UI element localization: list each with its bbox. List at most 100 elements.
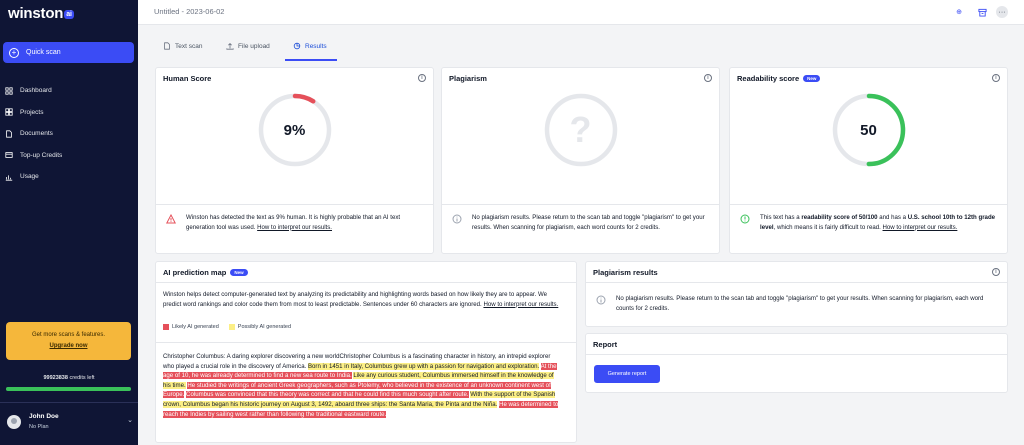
sidebar-item-documents[interactable]: Documents — [5, 123, 135, 145]
legend-swatch-likely — [163, 324, 169, 330]
note-text: This text has a — [760, 214, 802, 221]
card-title: AI prediction map New — [163, 268, 248, 277]
upgrade-now-link[interactable]: Upgrade now — [6, 341, 131, 352]
prediction-intro: Winston helps detect computer-generated … — [163, 290, 563, 309]
credits-value: 99923838 — [43, 375, 68, 381]
user-name: John Doe — [29, 413, 59, 420]
readability-value: 50 — [860, 121, 877, 139]
chart-icon — [5, 175, 13, 181]
user-info: John Doe No Plan — [29, 412, 59, 432]
avatar — [7, 415, 21, 429]
plagiarism-results-card: Plagiarism results i No plagiarism resul… — [585, 261, 1008, 327]
ai-prediction-map-card: AI prediction map New Winston helps detec… — [155, 261, 577, 443]
info-icon[interactable]: i — [418, 74, 426, 82]
interpret-results-link[interactable]: How to interpret our results. — [483, 301, 558, 308]
legend-likely: Likely AI generated — [163, 324, 219, 330]
document-title[interactable]: Untitled - 2023-06-02 — [154, 7, 224, 16]
upgrade-promo: Get more scans & features. Upgrade now — [6, 322, 131, 360]
interpret-results-link[interactable]: How to interpret our results. — [883, 224, 958, 231]
card-title-text: Readability score — [737, 74, 800, 83]
user-menu[interactable]: John Doe No Plan ⌄ — [7, 411, 133, 433]
sidebar-item-label: Projects — [20, 108, 44, 116]
credits-bar-fill — [6, 387, 131, 391]
card-title: Report — [593, 340, 618, 349]
document-icon — [164, 42, 170, 50]
tab-file-upload[interactable]: File upload — [226, 42, 270, 50]
card-title: Readability score New — [737, 74, 821, 83]
legend-possibly: Possibly AI generated — [228, 324, 291, 330]
sidebar: winston ai + Quick scan Dashboard Project… — [0, 0, 138, 445]
tab-results[interactable]: Results — [293, 42, 327, 50]
human-score-value: 9% — [283, 121, 306, 139]
legend-label: Likely AI generated — [172, 324, 219, 330]
projects-icon — [5, 108, 13, 116]
readability-score-text: readability score of 50/100 — [801, 214, 878, 221]
human-score-card: Human Score i 9% Winston has detected th… — [155, 67, 434, 254]
interpret-results-link[interactable]: How to interpret our results. — [257, 224, 332, 231]
add-icon[interactable]: ⊕ — [953, 6, 965, 18]
info-icon[interactable]: i — [992, 268, 1000, 276]
logo[interactable]: winston ai — [8, 5, 74, 22]
tab-label: Results — [305, 42, 327, 50]
info-circle-icon — [452, 214, 462, 224]
check-circle-icon — [740, 214, 750, 224]
warning-icon — [166, 214, 176, 224]
note-text: and has a — [877, 214, 908, 221]
card-title-text: AI prediction map — [163, 268, 227, 277]
sidebar-item-label: Documents — [20, 130, 53, 138]
plus-icon: + — [9, 47, 19, 58]
card-divider — [586, 354, 1007, 355]
note-text: , which means it is fairly difficult to … — [773, 223, 883, 231]
human-score-note: Winston has detected the text as 9% huma… — [186, 213, 423, 232]
archive-icon[interactable] — [976, 6, 988, 18]
quick-scan-label: Quick scan — [26, 49, 61, 56]
info-icon[interactable]: i — [704, 74, 712, 82]
card-title: Plagiarism results — [593, 268, 658, 277]
active-tab-indicator — [285, 59, 337, 61]
new-badge: New — [230, 269, 248, 276]
human-score-gauge: 9% — [255, 90, 335, 170]
result-tabs: Text scan File upload Results — [138, 25, 1024, 62]
sidebar-item-label: Usage — [20, 173, 39, 181]
more-icon[interactable]: ··· — [996, 6, 1008, 18]
upload-icon — [226, 43, 234, 50]
logo-badge: ai — [64, 10, 74, 19]
card-divider — [156, 204, 433, 205]
card-title: Plagiarism — [449, 74, 487, 83]
tab-label: Text scan — [175, 42, 203, 50]
sidebar-item-label: Dashboard — [20, 87, 52, 95]
card-divider — [730, 204, 1007, 205]
readability-gauge: 50 — [829, 90, 909, 170]
plagiarism-placeholder: ? — [569, 109, 592, 150]
tab-label: File upload — [238, 42, 270, 50]
card-divider — [586, 282, 1007, 283]
promo-text: Get more scans & features. — [31, 332, 106, 338]
info-icon[interactable]: i — [992, 74, 1000, 82]
card-divider — [442, 204, 719, 205]
info-circle-icon — [596, 295, 606, 305]
grid-icon — [5, 87, 13, 95]
topbar: Untitled - 2023-06-02 ⊕ ··· — [138, 0, 1024, 25]
plagiarism-results-note: No plagiarism results. Please return to … — [616, 295, 984, 312]
sidebar-divider — [0, 402, 138, 403]
tab-text-scan[interactable]: Text scan — [163, 42, 202, 50]
credits-suffix: credits left — [69, 375, 95, 381]
generate-report-button[interactable]: Generate report — [594, 365, 660, 383]
sidebar-item-top-up-credits[interactable]: Top-up Credits — [5, 145, 135, 167]
results-icon — [293, 42, 301, 50]
plagiarism-gauge: ? — [541, 90, 621, 170]
sidebar-item-dashboard[interactable]: Dashboard — [5, 80, 135, 102]
readability-note: This text has a readability score of 50/… — [760, 213, 997, 232]
highlighted-text: Christopher Columbus: A daring explorer … — [163, 352, 563, 419]
sidebar-item-projects[interactable]: Projects — [5, 102, 135, 124]
card-divider — [156, 342, 576, 343]
sidebar-item-label: Top-up Credits — [20, 151, 63, 159]
sidebar-item-usage[interactable]: Usage — [5, 166, 135, 188]
card-title: Human Score — [163, 74, 212, 83]
quick-scan-button[interactable]: + Quick scan — [3, 42, 134, 63]
sidebar-nav: Dashboard Projects Documents Top-up Cred… — [5, 80, 135, 188]
logo-text: winston — [8, 5, 64, 22]
chevron-down-icon[interactable]: ⌄ — [127, 416, 133, 424]
plagiarism-note: No plagiarism results. Please return to … — [472, 214, 705, 231]
legend-label: Possibly AI generated — [237, 324, 291, 330]
